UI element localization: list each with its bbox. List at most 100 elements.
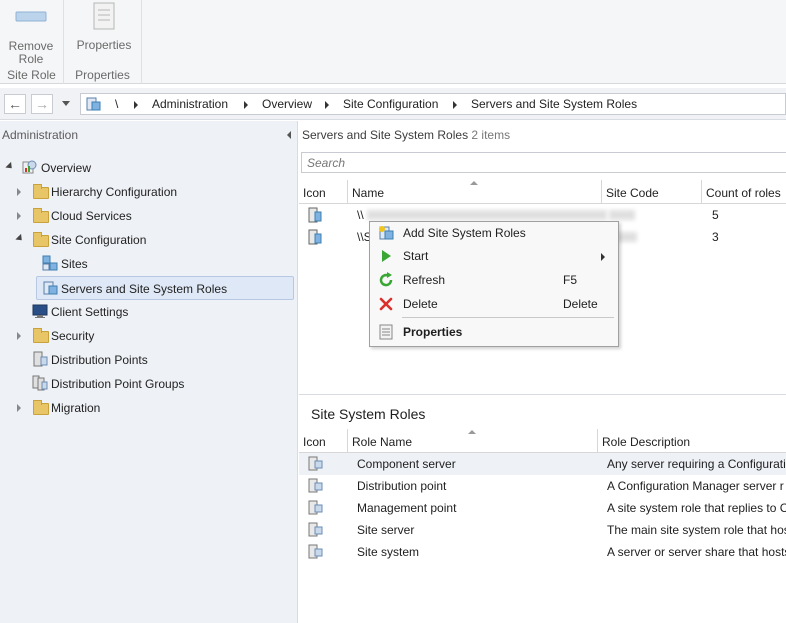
role-name: Distribution point bbox=[357, 479, 447, 493]
expand-icon[interactable] bbox=[17, 212, 21, 220]
table-row[interactable]: Site system A server or server share tha… bbox=[299, 541, 786, 563]
address-bar: ← → \ Administration Overview Site Confi… bbox=[0, 88, 786, 120]
properties-button[interactable]: Properties bbox=[72, 2, 136, 52]
role-name: Site server bbox=[357, 523, 415, 537]
site-system-roles-title: Site System Roles bbox=[311, 406, 426, 422]
server-name: \\ bbox=[357, 208, 364, 222]
search-input[interactable]: Search bbox=[301, 152, 786, 173]
breadcrumb-site-configuration[interactable]: Site Configuration bbox=[343, 97, 438, 111]
tree-item-hierarchy-configuration[interactable]: Hierarchy Configuration bbox=[0, 181, 290, 203]
table-row[interactable]: Component server Any server requiring a … bbox=[299, 453, 786, 475]
expand-icon[interactable] bbox=[17, 404, 21, 412]
tree-item-migration[interactable]: Migration bbox=[0, 397, 290, 419]
delete-icon bbox=[379, 297, 393, 311]
tree-item-sites[interactable]: Sites bbox=[0, 253, 290, 275]
shortcut-key: Delete bbox=[563, 297, 598, 311]
table-row[interactable]: Site server The main site system role th… bbox=[299, 519, 786, 541]
menu-item-label: Start bbox=[403, 249, 429, 263]
servers-grid-header: Icon Name Site Code Count of roles bbox=[299, 180, 786, 204]
tree-item-client-settings[interactable]: Client Settings bbox=[0, 301, 290, 323]
site-role-group: Remove Role Site Role bbox=[0, 0, 64, 84]
sort-ascending-icon bbox=[468, 430, 476, 434]
tree-item-label: Cloud Services bbox=[51, 209, 132, 223]
site-role-icon bbox=[308, 522, 323, 537]
nav-title: Administration bbox=[2, 128, 79, 142]
breadcrumb-root[interactable]: \ bbox=[115, 97, 118, 111]
breadcrumb-separator-icon[interactable] bbox=[244, 101, 248, 109]
shortcut-key: F5 bbox=[563, 273, 578, 287]
site-role-icon bbox=[308, 544, 323, 559]
tree-item-security[interactable]: Security bbox=[0, 325, 290, 347]
breadcrumb: \ Administration Overview Site Configura… bbox=[80, 93, 786, 115]
expand-icon[interactable] bbox=[5, 161, 15, 172]
content-title-text: Servers and Site System Roles bbox=[302, 128, 469, 142]
play-icon bbox=[382, 250, 391, 262]
tree-item-distribution-points[interactable]: Distribution Points bbox=[0, 349, 290, 371]
breadcrumb-servers-roles[interactable]: Servers and Site System Roles bbox=[471, 97, 637, 111]
role-count: 5 bbox=[712, 208, 719, 222]
column-header-count-of-roles[interactable]: Count of roles bbox=[702, 180, 786, 204]
breadcrumb-separator-icon[interactable] bbox=[453, 101, 457, 109]
breadcrumb-separator-icon[interactable] bbox=[325, 101, 329, 109]
column-header-role-description[interactable]: Role Description bbox=[598, 429, 786, 453]
tree-item-cloud-services[interactable]: Cloud Services bbox=[0, 205, 290, 227]
table-row[interactable]: Distribution point A Configuration Manag… bbox=[299, 475, 786, 497]
menu-item-label: Add Site System Roles bbox=[403, 226, 526, 240]
remove-role-button[interactable]: Remove Role bbox=[4, 2, 58, 66]
menu-item-add-site-system-roles[interactable]: Add Site System Roles bbox=[371, 222, 617, 246]
tree-item-site-configuration[interactable]: Site Configuration bbox=[0, 229, 290, 251]
tree-item-label: Distribution Points bbox=[51, 353, 148, 367]
table-row[interactable]: Management point A site system role that… bbox=[299, 497, 786, 519]
column-header-name[interactable]: Name bbox=[348, 180, 602, 204]
column-header-icon[interactable]: Icon bbox=[299, 429, 348, 453]
menu-item-label: Properties bbox=[403, 325, 463, 339]
tree-item-overview[interactable]: Overview bbox=[0, 157, 290, 179]
expand-icon[interactable] bbox=[15, 233, 25, 244]
role-description: A server or server share that hosts bbox=[607, 545, 786, 559]
history-dropdown-icon[interactable] bbox=[62, 101, 70, 106]
back-button[interactable]: ← bbox=[4, 94, 26, 114]
menu-separator bbox=[402, 317, 614, 318]
add-roles-icon bbox=[379, 226, 394, 240]
folder-icon bbox=[33, 184, 49, 199]
redacted-text bbox=[609, 210, 635, 220]
menu-item-delete[interactable]: Delete Delete bbox=[371, 293, 617, 317]
tree-item-label: Overview bbox=[41, 161, 92, 175]
expand-icon[interactable] bbox=[17, 332, 21, 340]
distribution-point-icon bbox=[33, 351, 48, 367]
site-role-group-label: Site Role bbox=[7, 68, 56, 82]
menu-item-label: Refresh bbox=[403, 273, 446, 287]
tree-item-label: Servers and Site System Roles bbox=[61, 282, 228, 296]
tree-item-distribution-point-groups[interactable]: Distribution Point Groups bbox=[0, 373, 290, 395]
content-pane: Servers and Site System Roles 2 items Se… bbox=[299, 121, 786, 623]
site-server-icon bbox=[86, 97, 101, 111]
forward-button[interactable]: → bbox=[31, 94, 53, 114]
tree-item-servers-and-site-system-roles[interactable]: Servers and Site System Roles bbox=[36, 276, 294, 300]
menu-item-start[interactable]: Start bbox=[371, 245, 617, 269]
role-description: Any server requiring a Configurati bbox=[607, 457, 786, 471]
redacted-text bbox=[367, 210, 607, 220]
sort-ascending-icon bbox=[470, 181, 478, 185]
menu-item-refresh[interactable]: Refresh F5 bbox=[371, 269, 617, 293]
distribution-point-group-icon bbox=[32, 375, 48, 391]
folder-icon bbox=[33, 328, 49, 343]
context-menu: Add Site System Roles Start Refresh F5 D… bbox=[369, 221, 619, 347]
role-description: The main site system role that hos bbox=[607, 523, 786, 537]
server-icon bbox=[308, 229, 322, 245]
breadcrumb-separator-icon[interactable] bbox=[134, 101, 138, 109]
role-description: A Configuration Manager server r bbox=[607, 479, 784, 493]
menu-item-properties[interactable]: Properties bbox=[371, 321, 617, 345]
menu-item-label: Delete bbox=[403, 297, 438, 311]
breadcrumb-overview[interactable]: Overview bbox=[262, 97, 312, 111]
roles-grid-header: Icon Role Name Role Description bbox=[299, 429, 786, 453]
site-role-icon bbox=[308, 478, 323, 493]
panel-divider[interactable] bbox=[299, 394, 786, 395]
column-header-role-name[interactable]: Role Name bbox=[348, 429, 598, 453]
collapse-pane-icon[interactable] bbox=[287, 131, 291, 139]
expand-icon[interactable] bbox=[17, 188, 21, 196]
role-count: 3 bbox=[712, 230, 719, 244]
breadcrumb-administration[interactable]: Administration bbox=[152, 97, 228, 111]
column-header-site-code[interactable]: Site Code bbox=[602, 180, 702, 204]
role-name: Site system bbox=[357, 545, 420, 559]
column-header-icon[interactable]: Icon bbox=[299, 180, 348, 204]
